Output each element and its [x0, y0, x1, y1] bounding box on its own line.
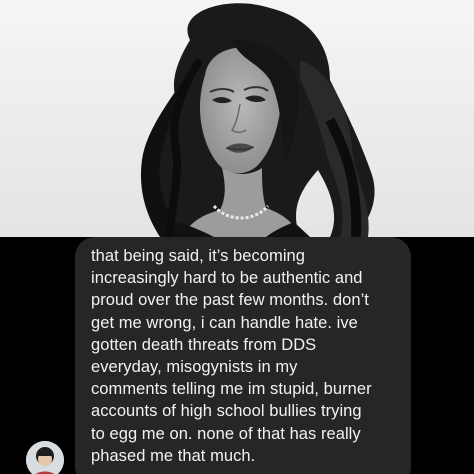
profile-avatar-icon[interactable] [26, 441, 64, 474]
message-text: that being said, it’s becoming increasin… [91, 247, 372, 465]
screenshot: that being said, it’s becoming increasin… [0, 0, 474, 474]
message-bubble[interactable]: that being said, it’s becoming increasin… [75, 237, 411, 474]
portrait-photo [0, 0, 474, 237]
